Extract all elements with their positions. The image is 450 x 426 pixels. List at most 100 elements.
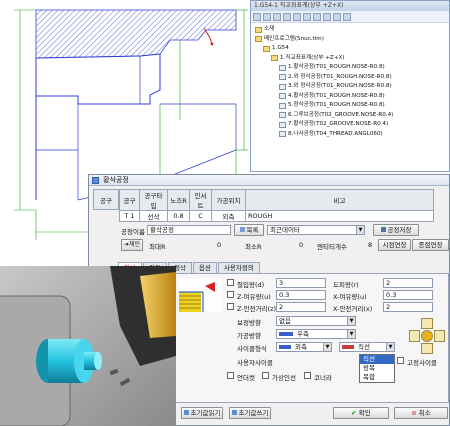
start-extend-button[interactable]: 시점연장 <box>378 239 411 251</box>
line-type-value: 직선 <box>358 343 370 351</box>
delete-icon[interactable] <box>303 12 311 21</box>
nc-output-icon[interactable] <box>343 12 351 21</box>
tool-header: 인서트 <box>189 189 212 211</box>
dropdown-option[interactable]: 왕복 <box>360 364 394 373</box>
lathe-render-image <box>0 266 176 426</box>
load-defaults-button[interactable]: 초기값읽기 <box>181 407 223 419</box>
operation-icon <box>279 93 286 100</box>
operation-icon <box>279 74 286 81</box>
correction-select[interactable]: 없음 ▼ <box>276 316 356 326</box>
process-save-button[interactable]: 공정저장 <box>373 224 419 236</box>
tree-item[interactable]: 2.외 정삭공정(T01_ROUGH.NOSE-R0.8) <box>251 73 449 83</box>
tab-user-defined[interactable]: 사용자정의 <box>217 262 260 273</box>
z-safe-input[interactable]: 2 <box>276 302 326 312</box>
list-icon <box>239 227 245 232</box>
recent-data-select[interactable]: 최근데이터 ▼ <box>267 225 365 235</box>
z-allow-checkbox[interactable] <box>227 291 234 298</box>
dropdown-option[interactable]: 복합 <box>360 373 394 382</box>
chevron-down-icon: ▼ <box>386 343 394 351</box>
correction-value: 없음 <box>279 317 291 325</box>
tree-item-label: 1.직교좌표계(상부 +Z+X) <box>280 54 345 61</box>
cut-depth-checkbox[interactable] <box>227 279 234 286</box>
virtual-edge-checkbox[interactable] <box>262 372 269 379</box>
max-r-value: 0 <box>217 241 222 249</box>
tool-cell: ROUGH <box>245 210 434 222</box>
tree-item[interactable]: 6.그루브공정(T02_GROOVE.NOSE-R0.4) <box>251 111 449 121</box>
tree-item-label: 2.외 정삭공정(T01_ROUGH.NOSE-R0.8) <box>288 73 392 80</box>
dialog-title: 황삭공정 <box>103 176 129 184</box>
tree-toolbar <box>251 11 449 23</box>
process-name-label: 공정이름 <box>121 228 145 236</box>
tree-item[interactable]: 8.나사공정(T04_THREAD.ANGL060) <box>251 130 449 140</box>
save-icon <box>231 410 237 415</box>
x-safe-input[interactable]: 2 <box>383 302 433 312</box>
z-safe-label: Z-안전거리(z) <box>237 305 277 313</box>
chevron-down-icon: ▼ <box>347 317 355 325</box>
tool-cell: 외측 <box>211 210 246 222</box>
tree-item-label: 3.외 정삭공정(T01_ROUGH.NOSE-R0.8) <box>288 83 392 89</box>
x-safe-label: X-안전거리(x) <box>333 305 373 313</box>
operation-icon <box>279 102 286 109</box>
copy-icon[interactable] <box>283 12 291 21</box>
cut-depth-input[interactable]: 3 <box>276 278 326 288</box>
fixed-cycle-checkbox[interactable] <box>397 357 404 364</box>
undercut-checkbox[interactable] <box>227 372 234 379</box>
tree-item[interactable]: 7.황삭공정(T02_GROOVE.NOSE-R0.4) <box>251 120 449 130</box>
3d-simulation-view[interactable] <box>0 266 176 426</box>
operation-icon <box>279 121 286 128</box>
list-button[interactable]: 목록 <box>234 224 264 236</box>
paste-icon[interactable] <box>293 12 301 21</box>
retract-input[interactable]: 2 <box>383 278 433 288</box>
cycle-type-select[interactable]: 외측 ▼ <box>276 342 332 352</box>
line-type-select[interactable]: 직선 ▼ <box>339 342 395 352</box>
tree-item[interactable]: 1.직교좌표계(상부 +Z+X) <box>251 54 449 64</box>
x-allow-label: X-여유량(u) <box>333 293 367 301</box>
tree-item[interactable]: 5.정삭공정(T01_ROUGH.NOSE-R0.8) <box>251 101 449 111</box>
pad-down-icon[interactable] <box>421 343 433 354</box>
dropdown-option[interactable]: 직선 <box>360 355 394 364</box>
corner-checkbox[interactable] <box>304 372 311 379</box>
tree-item-label: 6.그루브공정(T02_GROOVE.NOSE-R0.4) <box>288 111 394 118</box>
line-type-dropdown[interactable]: 직선 왕복 복합 <box>359 354 395 383</box>
process-name-input[interactable]: 황삭공정 <box>147 225 231 235</box>
machining-dir-value: 우측 <box>297 330 309 338</box>
retract-label: 도피량(r) <box>333 281 359 289</box>
chain-button[interactable]: ➜채인 <box>121 239 143 251</box>
recent-data-value: 최근데이터 <box>270 226 300 234</box>
new-icon[interactable] <box>253 12 261 21</box>
pad-up-icon[interactable] <box>421 318 433 329</box>
x-allow-input[interactable]: 0.3 <box>383 290 433 300</box>
move-up-icon[interactable] <box>313 12 321 21</box>
tree-item[interactable]: 메인프로그램(Snuc.tlm) <box>251 35 449 45</box>
end-extend-button[interactable]: 종점연장 <box>412 239 449 251</box>
direction-pad[interactable] <box>409 318 445 354</box>
tool-table[interactable]: 공구 공구타입 노즈R 인서트 가공위치 비고 T 1 선삭 0.8 C 외측 … <box>119 189 434 222</box>
move-down-icon[interactable] <box>323 12 331 21</box>
tool-header: 가공위치 <box>211 189 246 211</box>
tree-item[interactable]: 소재 <box>251 25 449 35</box>
pad-left-icon[interactable] <box>409 330 420 342</box>
save-icon[interactable] <box>273 12 281 21</box>
pad-right-icon[interactable] <box>434 330 445 342</box>
z-allow-input[interactable]: 0.3 <box>276 290 326 300</box>
ok-button[interactable]: ✔ 확인 <box>333 407 389 419</box>
cancel-button[interactable]: ⊘ 취소 <box>394 407 448 419</box>
tree-item[interactable]: 1.황삭공정(T01_ROUGH.NOSE-R0.8) <box>251 63 449 73</box>
save-defaults-button[interactable]: 초기값쓰기 <box>229 407 271 419</box>
tree-item-label: 1.황삭공정(T01_ROUGH.NOSE-R0.8) <box>288 64 385 70</box>
tool-header: 공구 <box>119 189 140 211</box>
simulate-icon[interactable] <box>333 12 341 21</box>
chevron-down-icon: ▼ <box>323 343 331 351</box>
open-icon[interactable] <box>263 12 271 21</box>
pad-center-icon[interactable] <box>421 330 433 342</box>
tree-item[interactable]: 4.황삭공정(T01_ROUGH.NOSE-R0.8) <box>251 92 449 102</box>
tab-options[interactable]: 옵션 <box>192 262 217 273</box>
tool-cell: C <box>189 210 212 222</box>
undercut-label: 언더컷 <box>237 374 255 382</box>
tree-item[interactable]: 1.G54 <box>251 44 449 54</box>
tree-item[interactable]: 3.외 정삭공정(T01_ROUGH.NOSE-R0.8) <box>251 82 449 92</box>
list-button-label: 목록 <box>246 226 259 234</box>
z-safe-checkbox[interactable] <box>227 303 234 310</box>
tool-cell: T 1 <box>119 210 140 222</box>
machining-dir-select[interactable]: 우측 ▼ <box>276 329 356 339</box>
